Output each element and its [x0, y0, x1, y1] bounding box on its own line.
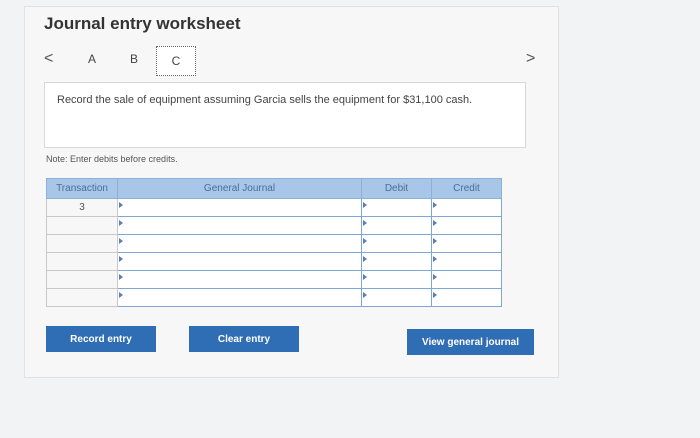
transaction-cell: [46, 234, 118, 253]
journal-table: Transaction General Journal Debit Credit…: [46, 178, 502, 307]
table-row: [46, 234, 502, 253]
account-input[interactable]: [117, 198, 362, 217]
tab-c[interactable]: C: [156, 46, 196, 76]
tab-c-label: C: [171, 54, 181, 68]
debit-input[interactable]: [361, 288, 432, 307]
debit-input[interactable]: [361, 234, 432, 253]
header-debit: Debit: [361, 178, 432, 199]
table-row: 3: [46, 198, 502, 217]
view-general-journal-button[interactable]: View general journal: [407, 329, 534, 355]
account-input[interactable]: [117, 216, 362, 235]
record-entry-button[interactable]: Record entry: [46, 326, 156, 352]
transaction-cell: [46, 288, 118, 307]
transaction-cell: [46, 216, 118, 235]
table-row: [46, 216, 502, 235]
account-input[interactable]: [117, 234, 362, 253]
header-general-journal: General Journal: [117, 178, 362, 199]
question-text: Record the sale of equipment assuming Ga…: [57, 94, 473, 106]
question-box: Record the sale of equipment assuming Ga…: [44, 82, 526, 148]
header-credit: Credit: [431, 178, 502, 199]
account-input[interactable]: [117, 288, 362, 307]
credit-input[interactable]: [431, 216, 502, 235]
debit-input[interactable]: [361, 216, 432, 235]
tab-a[interactable]: A: [88, 52, 96, 66]
debit-input[interactable]: [361, 198, 432, 217]
note-text: Note: Enter debits before credits.: [46, 154, 178, 164]
credit-input[interactable]: [431, 198, 502, 217]
prev-arrow-icon[interactable]: <: [44, 50, 53, 68]
table-row: [46, 252, 502, 271]
table-row: [46, 270, 502, 289]
credit-input[interactable]: [431, 234, 502, 253]
debit-input[interactable]: [361, 270, 432, 289]
table-row: [46, 288, 502, 307]
tab-b[interactable]: B: [130, 52, 138, 66]
account-input[interactable]: [117, 270, 362, 289]
header-transaction: Transaction: [46, 178, 118, 199]
credit-input[interactable]: [431, 270, 502, 289]
credit-input[interactable]: [431, 288, 502, 307]
clear-entry-button[interactable]: Clear entry: [189, 326, 299, 352]
transaction-cell: [46, 252, 118, 271]
debit-input[interactable]: [361, 252, 432, 271]
account-input[interactable]: [117, 252, 362, 271]
table-header-row: Transaction General Journal Debit Credit: [46, 178, 502, 199]
transaction-cell: 3: [46, 198, 118, 217]
page-title: Journal entry worksheet: [44, 14, 241, 33]
credit-input[interactable]: [431, 252, 502, 271]
next-arrow-icon[interactable]: >: [526, 50, 535, 68]
transaction-cell: [46, 270, 118, 289]
